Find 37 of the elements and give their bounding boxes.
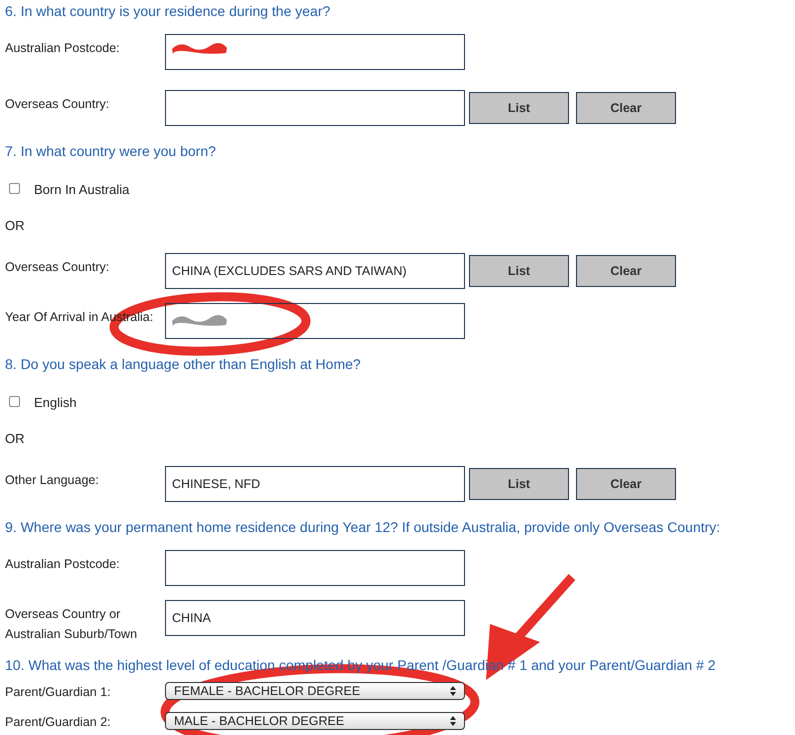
text-field[interactable] [165, 303, 465, 339]
dropdown-arrows-icon [450, 716, 456, 726]
field-label: Other Language: [5, 472, 100, 489]
or-text: OR [5, 430, 24, 448]
form-button[interactable]: List [469, 92, 569, 124]
select-field[interactable]: MALE - BACHELOR DEGREE [165, 712, 465, 730]
dropdown-arrows-icon [450, 686, 456, 696]
field-label: Australian Postcode: [5, 556, 121, 573]
field-label: Overseas Country: [5, 96, 110, 113]
field-label: Parent/Guardian 2: [5, 714, 112, 731]
text-field[interactable] [165, 90, 465, 126]
field-label: Overseas Country or Australian Suburb/Town [5, 606, 138, 643]
redaction-mark [172, 314, 227, 326]
text-field[interactable] [165, 34, 465, 70]
select-field[interactable]: FEMALE - BACHELOR DEGREE [165, 682, 465, 700]
form-button[interactable]: Clear [576, 468, 676, 500]
checkbox[interactable] [9, 396, 20, 407]
form-button[interactable]: Clear [576, 92, 676, 124]
checkbox-label: Born In Australia [34, 181, 130, 199]
field-label: Australian Postcode: [5, 40, 121, 57]
text-field[interactable] [165, 550, 465, 586]
redaction-mark [172, 42, 227, 54]
checkbox-label: English [34, 394, 77, 412]
question-text: 9. Where was your permanent home residence during Year 12? If outside Australia, provide only Overseas Country: [5, 518, 722, 536]
form-button[interactable]: List [469, 255, 569, 287]
text-field[interactable]: CHINA [165, 600, 465, 636]
checkbox[interactable] [9, 183, 20, 194]
or-text: OR [5, 216, 24, 234]
question-text: 6. In what country is your residence during the year? [5, 2, 332, 20]
field-label: Parent/Guardian 1: [5, 684, 112, 701]
text-field[interactable]: CHINA (EXCLUDES SARS AND TAIWAN) [165, 253, 465, 289]
form-button[interactable]: List [469, 468, 569, 500]
question-text: 7. In what country were you born? [5, 142, 217, 160]
form-button[interactable]: Clear [576, 255, 676, 287]
field-label: Overseas Country: [5, 259, 110, 276]
text-field[interactable]: CHINESE, NFD [165, 466, 465, 502]
question-text: 8. Do you speak a language other than English at Home? [5, 355, 362, 373]
